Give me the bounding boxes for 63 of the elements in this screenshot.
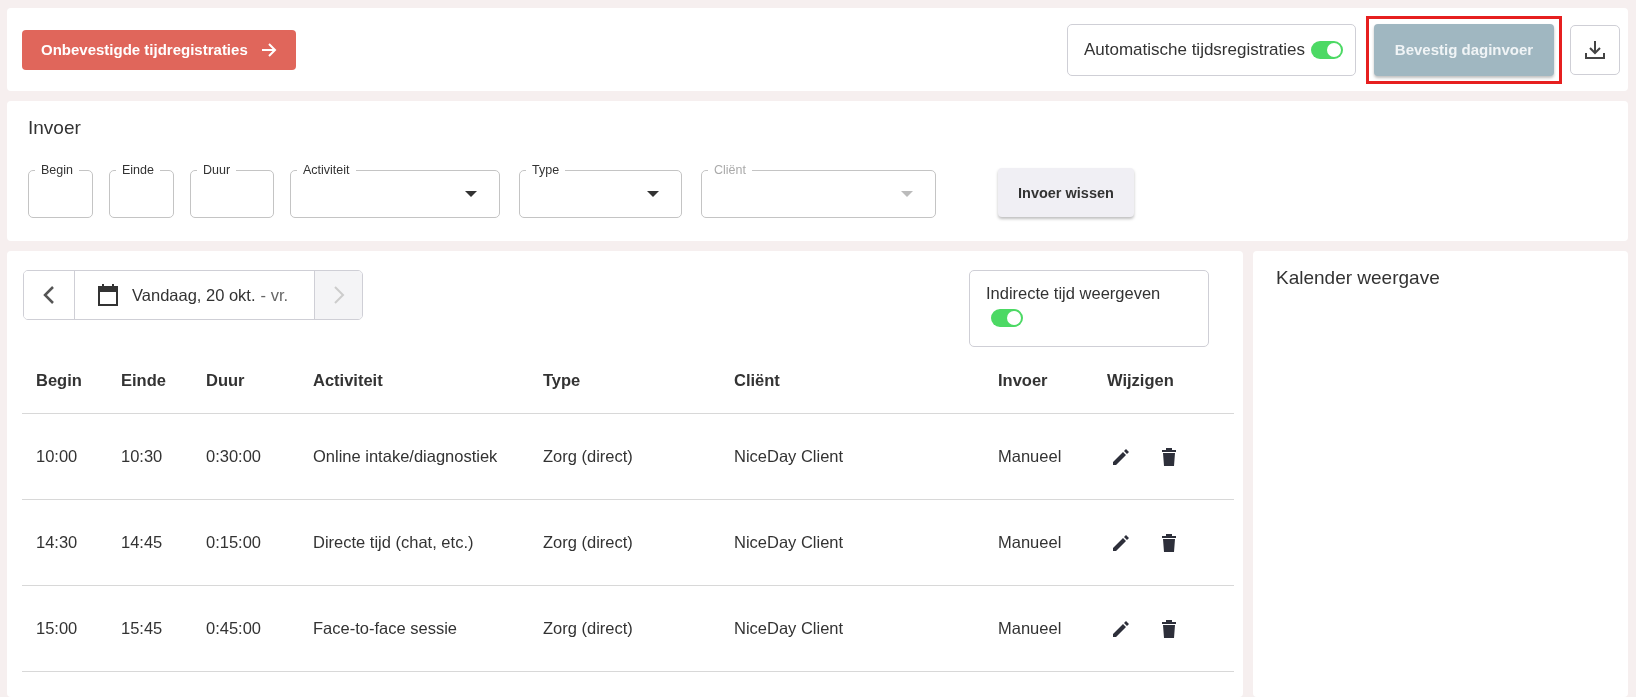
download-button[interactable] [1570,24,1620,75]
table-cell: Directe tijd (chat, etc.) [299,499,529,586]
table-cell: 14:30 [22,499,107,586]
column-header: Activiteit [299,347,529,414]
arrow-right-icon [259,40,278,59]
field-label: Begin [40,162,74,178]
pencil-icon [1111,532,1131,553]
column-header: Invoer [984,347,1093,414]
table-cell: 10:30 [107,413,192,500]
table-cell: NiceDay Client [720,499,984,586]
column-header: Type [529,347,720,414]
field-label: Einde [121,162,155,178]
column-header: Cliënt [720,347,984,414]
table-cell: Zorg (direct) [529,499,720,586]
pencil-icon [1111,446,1131,467]
field-label: Cliënt [713,162,747,178]
table-cell: NiceDay Client [720,413,984,500]
input-field[interactable]: Einde [109,162,174,218]
table-cell: 15:45 [107,585,192,672]
toggle-switch[interactable] [991,309,1023,327]
chevron-right-icon [332,285,345,305]
panel-title: Invoer [28,116,82,139]
field-label: Activiteit [302,162,351,178]
caret-down-icon [901,191,913,197]
table-cell: 15:00 [22,585,107,672]
input-field[interactable]: Begin [28,162,93,218]
auto-registration-toggle[interactable]: Automatische tijdsregistraties [1066,23,1356,76]
table-cell: Online intake/diagnostiek [299,413,529,500]
dropdown-field[interactable]: Activiteit [290,162,500,218]
toggle-label: Indirecte tijd weergeven [986,284,1161,303]
field-label: Type [531,162,561,178]
column-header: Einde [107,347,192,414]
caret-down-icon [465,191,477,197]
table-cell: 10:00 [22,413,107,500]
table-cell: 0:45:00 [192,585,299,672]
pencil-icon [1111,618,1131,639]
table-cell: Zorg (direct) [529,413,720,500]
chevron-left-icon [43,285,55,305]
calendar-icon [97,283,119,307]
trash-icon [1161,446,1177,467]
caret-down-icon [647,191,659,197]
field-label: Duur [202,162,232,178]
table-cell: Manueel [984,585,1093,672]
toggle-label: Automatische tijdsregistraties [1083,39,1305,60]
toggle-switch[interactable] [1311,40,1343,59]
dropdown-field[interactable]: Type [519,162,682,218]
table-cell: 14:45 [107,499,192,586]
table-cell: Manueel [984,499,1093,586]
indirect-time-toggle[interactable]: Indirecte tijd weergeven [969,270,1209,347]
table-cell: 0:30:00 [192,413,299,500]
column-header: Begin [22,347,107,414]
table-cell: Face-to-face sessie [299,585,529,672]
trash-icon [1161,532,1177,553]
table-cell: Manueel [984,413,1093,500]
table-cell: NiceDay Client [720,585,984,672]
clear-input-button[interactable]: Invoer wissen [998,168,1134,217]
table-cell: Zorg (direct) [529,585,720,672]
trash-icon [1161,618,1177,639]
table-cell: 0:15:00 [192,499,299,586]
column-header: Duur [192,347,299,414]
panel-title: Kalender weergave [1276,266,1441,289]
input-field[interactable]: Duur [190,162,274,218]
column-header: Wijzigen [1093,347,1234,414]
